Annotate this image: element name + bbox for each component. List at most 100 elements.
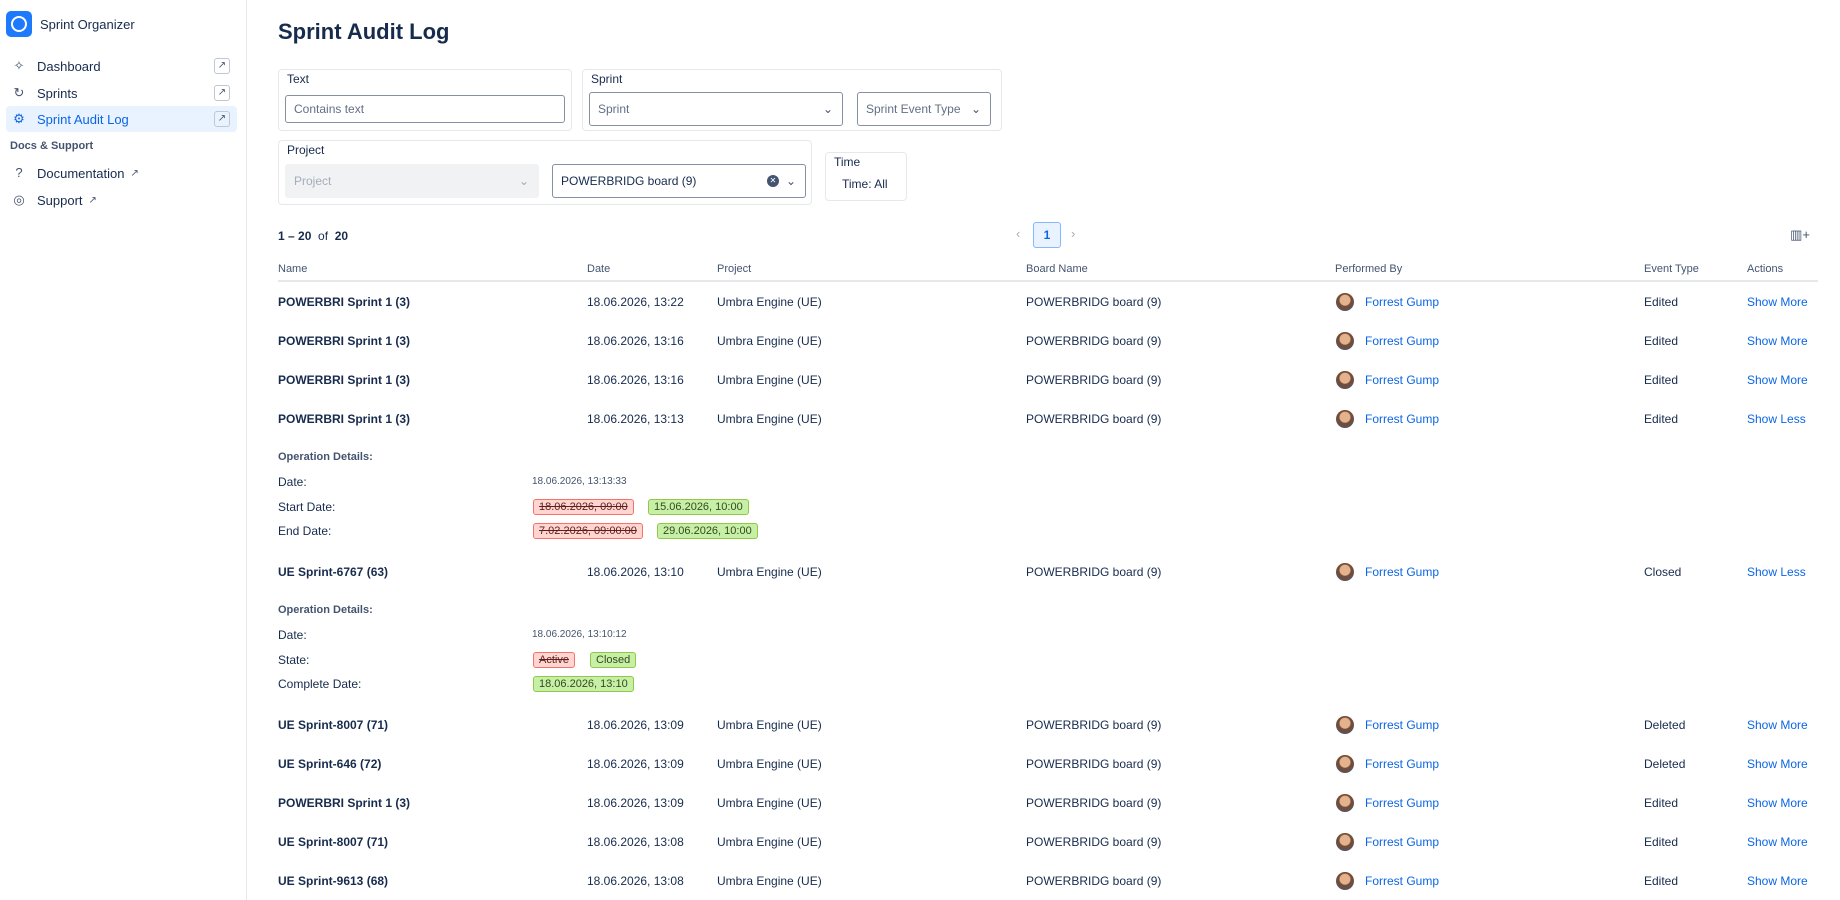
app-logo-icon	[6, 11, 32, 37]
show-toggle-link[interactable]: Show More	[1747, 862, 1808, 900]
app-brand[interactable]: Sprint Organizer	[6, 11, 135, 37]
col-performed-by[interactable]: Performed By	[1335, 263, 1402, 275]
sprint-select[interactable]: Sprint ⌄	[589, 92, 843, 126]
external-link-icon[interactable]: ↗	[214, 111, 230, 127]
row-date: 18.06.2026, 13:09	[587, 718, 684, 732]
show-toggle-link[interactable]: Show More	[1747, 745, 1808, 783]
col-date[interactable]: Date	[587, 263, 610, 275]
row-date: 18.06.2026, 13:16	[587, 334, 684, 348]
question-icon: ?	[15, 165, 23, 180]
time-filter-legend: Time	[834, 155, 861, 169]
sidebar-item-dashboard[interactable]: ✧ Dashboard ↗	[6, 53, 237, 79]
col-project[interactable]: Project	[717, 263, 751, 275]
prev-page-icon[interactable]: ‹	[1016, 226, 1020, 241]
details-date-value: 18.06.2026, 13:13:33	[532, 476, 627, 487]
new-value-chip: 15.06.2026, 10:00	[648, 499, 749, 515]
old-value-chip: 7.02.2026, 09:00:00	[533, 523, 643, 539]
sprint-name: UE Sprint-6767 (63)	[278, 565, 389, 579]
sprint-name: POWERBRI Sprint 1 (3)	[278, 796, 411, 810]
avatar	[1336, 716, 1354, 734]
user-link[interactable]: Forrest Gump	[1365, 784, 1439, 822]
sidebar-item-documentation[interactable]: ? Documentation ↗	[6, 161, 138, 185]
table-row: POWERBRI Sprint 1 (3) 18.06.2026, 13:13 …	[278, 400, 1818, 438]
sidebar-item-label: Documentation	[37, 165, 125, 181]
user-link[interactable]: Forrest Gump	[1365, 361, 1439, 399]
project-select-placeholder: Project	[294, 174, 332, 188]
show-toggle-link[interactable]: Show More	[1747, 706, 1808, 744]
user-link[interactable]: Forrest Gump	[1365, 283, 1439, 321]
col-board[interactable]: Board Name	[1026, 263, 1088, 275]
row-board: POWERBRIDG board (9)	[1026, 412, 1162, 426]
show-toggle-link[interactable]: Show More	[1747, 784, 1808, 822]
event-type: Edited	[1644, 835, 1679, 849]
table-row: UE Sprint-8007 (71) 18.06.2026, 13:08 Um…	[278, 823, 1818, 861]
page-title: Sprint Audit Log	[278, 19, 450, 44]
details-state-label: State:	[278, 653, 310, 667]
details-date-value: 18.06.2026, 13:10:12	[532, 629, 627, 640]
external-link-icon[interactable]: ↗	[214, 58, 230, 74]
event-type: Edited	[1644, 412, 1679, 426]
row-project: Umbra Engine (UE)	[717, 373, 822, 387]
show-toggle-link[interactable]: Show More	[1747, 823, 1808, 861]
gear-icon: ⚙	[13, 111, 25, 126]
text-filter-group: Text Contains text	[278, 69, 572, 131]
sprint-name: UE Sprint-9613 (68)	[278, 874, 389, 888]
support-icon: ◎	[13, 192, 25, 207]
next-page-icon[interactable]: ›	[1071, 226, 1075, 241]
row-project: Umbra Engine (UE)	[717, 874, 822, 888]
avatar	[1336, 293, 1354, 311]
user-link[interactable]: Forrest Gump	[1365, 322, 1439, 360]
sidebar-item-support[interactable]: ◎ Support ↗	[6, 188, 97, 212]
event-type: Edited	[1644, 373, 1679, 387]
sidebar-item-label: Sprint Audit Log	[37, 111, 129, 127]
page-button-1[interactable]: 1	[1033, 222, 1061, 248]
user-link[interactable]: Forrest Gump	[1365, 706, 1439, 744]
table-row: POWERBRI Sprint 1 (3) 18.06.2026, 13:22 …	[278, 283, 1818, 321]
show-toggle-link[interactable]: Show More	[1747, 361, 1808, 399]
avatar	[1336, 872, 1354, 890]
event-type: Deleted	[1644, 757, 1686, 771]
sprint-event-type-select[interactable]: Sprint Event Type ⌄	[857, 92, 991, 126]
table-row: POWERBRI Sprint 1 (3) 18.06.2026, 13:16 …	[278, 361, 1818, 399]
show-toggle-link[interactable]: Show Less	[1747, 400, 1806, 438]
show-toggle-link[interactable]: Show Less	[1747, 553, 1806, 591]
user-link[interactable]: Forrest Gump	[1365, 823, 1439, 861]
col-actions: Actions	[1747, 263, 1784, 275]
col-name[interactable]: Name	[278, 263, 307, 275]
table-row: POWERBRI Sprint 1 (3) 18.06.2026, 13:09 …	[278, 784, 1818, 822]
row-project: Umbra Engine (UE)	[717, 295, 822, 309]
time-filter-group[interactable]: Time Time: All	[825, 152, 907, 201]
show-toggle-link[interactable]: Show More	[1747, 322, 1808, 360]
sprint-name: POWERBRI Sprint 1 (3)	[278, 373, 411, 387]
new-value-chip: 29.06.2026, 10:00	[657, 523, 758, 539]
sidebar-item-sprint-audit-log[interactable]: ⚙ Sprint Audit Log ↗	[6, 106, 237, 132]
sprint-filter-legend: Sprint	[591, 72, 623, 86]
col-event-type[interactable]: Event Type	[1644, 263, 1699, 275]
new-value-chip: Closed	[590, 652, 637, 668]
show-toggle-link[interactable]: Show More	[1747, 283, 1808, 321]
user-link[interactable]: Forrest Gump	[1365, 745, 1439, 783]
row-project: Umbra Engine (UE)	[717, 796, 822, 810]
column-picker-icon[interactable]: ▥+	[1790, 227, 1810, 243]
sprint-event-type-placeholder: Sprint Event Type	[866, 102, 961, 116]
external-link-icon[interactable]: ↗	[214, 85, 230, 101]
avatar	[1336, 563, 1354, 581]
clear-icon[interactable]: ✕	[767, 175, 779, 187]
user-link[interactable]: Forrest Gump	[1365, 862, 1439, 900]
result-of: of	[318, 229, 329, 243]
event-type: Edited	[1644, 295, 1679, 309]
row-project: Umbra Engine (UE)	[717, 757, 822, 771]
text-filter-legend: Text	[287, 72, 310, 86]
sidebar-item-sprints[interactable]: ↻ Sprints ↗	[6, 80, 237, 106]
user-link[interactable]: Forrest Gump	[1365, 553, 1439, 591]
row-board: POWERBRIDG board (9)	[1026, 718, 1162, 732]
event-type: Edited	[1644, 334, 1679, 348]
board-select[interactable]: POWERBRIDG board (9) ✕ ⌄	[552, 164, 806, 198]
text-search-input[interactable]: Contains text	[285, 95, 565, 123]
row-project: Umbra Engine (UE)	[717, 334, 822, 348]
project-filter-group: Project Project ⌄ POWERBRIDG board (9) ✕…	[278, 140, 812, 205]
chevron-down-icon: ⌄	[970, 102, 981, 116]
user-link[interactable]: Forrest Gump	[1365, 400, 1439, 438]
project-select[interactable]: Project ⌄	[285, 164, 539, 198]
event-type: Deleted	[1644, 718, 1686, 732]
